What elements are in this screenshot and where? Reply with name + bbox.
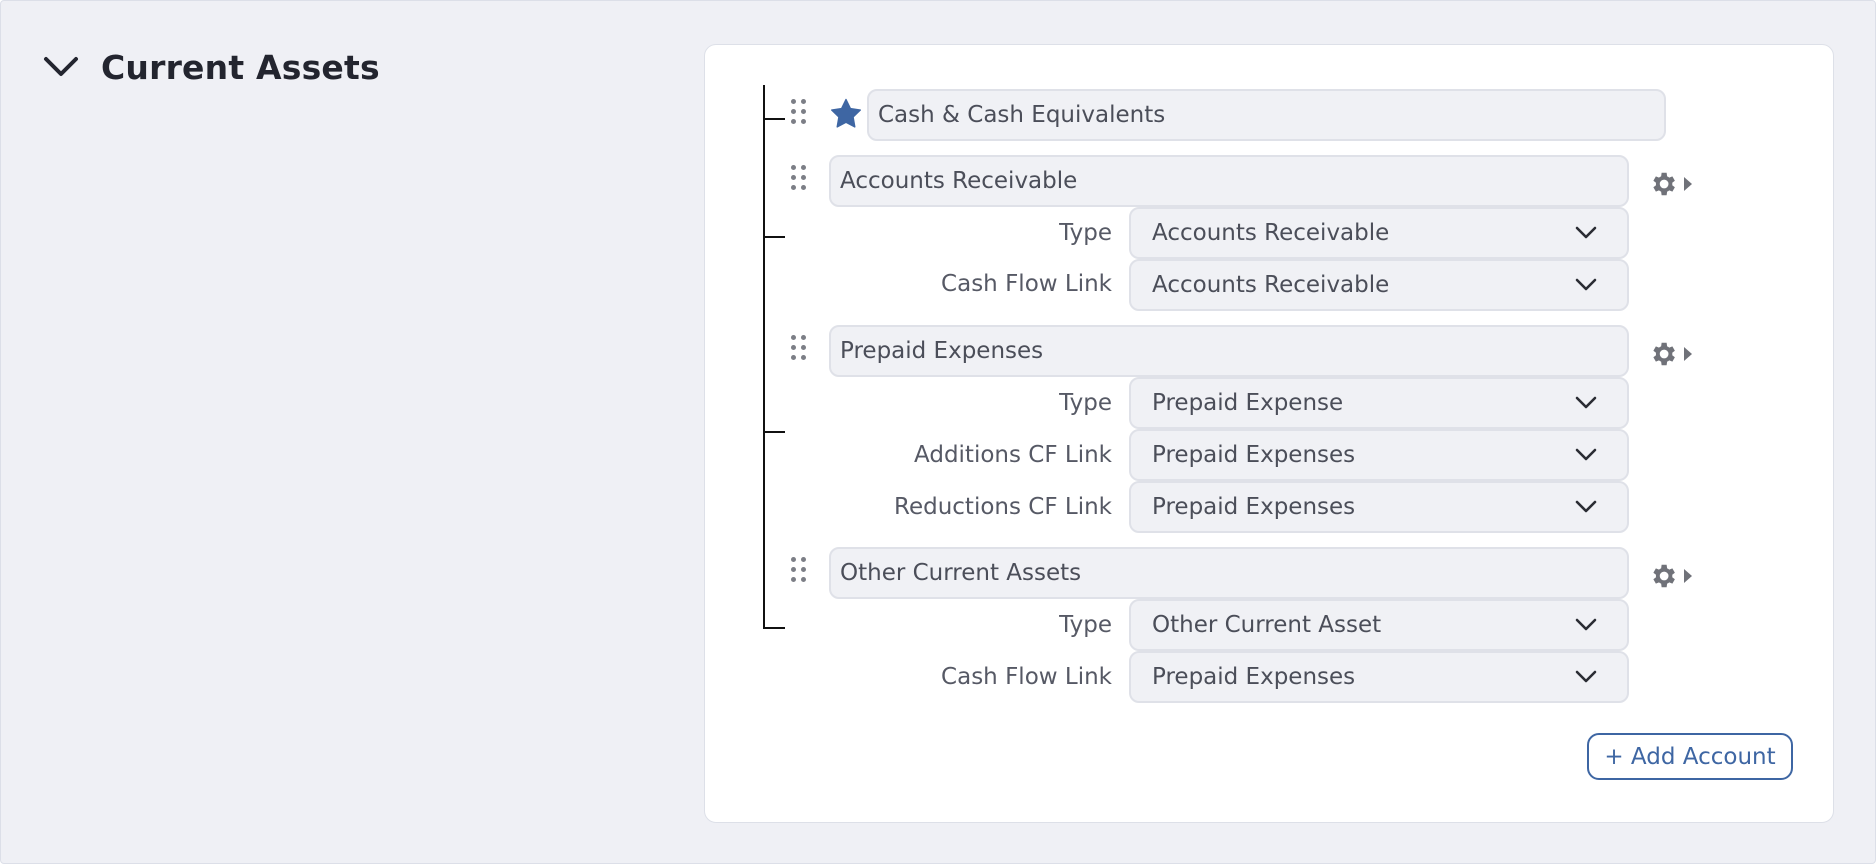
add-account-button[interactable]: + Add Account (1587, 733, 1793, 780)
type-select[interactable]: Accounts Receivable (1129, 207, 1629, 259)
type-select-value: Other Current Asset (1152, 612, 1382, 638)
chevron-down-icon (1575, 396, 1597, 409)
field-label: Cash Flow Link (941, 664, 1112, 690)
gear-icon[interactable] (1648, 339, 1678, 369)
caret-right-icon[interactable] (1683, 176, 1693, 192)
cash-flow-link-value: Accounts Receivable (1152, 272, 1390, 298)
field-label: Reductions CF Link (894, 494, 1112, 520)
section-title: Current Assets (101, 47, 380, 87)
drag-handle-icon[interactable] (791, 335, 809, 365)
account-name-input[interactable]: Accounts Receivable (829, 155, 1629, 207)
tree-branch-3 (763, 431, 785, 433)
field-label: Additions CF Link (914, 442, 1112, 468)
account-name-input[interactable]: Cash & Cash Equivalents (867, 89, 1666, 141)
type-select[interactable]: Prepaid Expense (1129, 377, 1629, 429)
tree-branch-4 (763, 627, 785, 629)
chevron-down-icon (1575, 226, 1597, 239)
field-label: Cash Flow Link (941, 271, 1112, 297)
cash-flow-link-select[interactable]: Accounts Receivable (1129, 259, 1629, 311)
drag-handle-icon[interactable] (791, 557, 809, 587)
chevron-down-icon (1575, 670, 1597, 683)
reductions-cf-link-value: Prepaid Expenses (1152, 494, 1356, 520)
gear-icon[interactable] (1648, 561, 1678, 591)
chevron-down-icon (1575, 278, 1597, 291)
section-panel: Current Assets Cash & Cash Equivalents A… (0, 0, 1876, 864)
chevron-down-icon (1575, 618, 1597, 631)
account-name-input[interactable]: Other Current Assets (829, 547, 1629, 599)
tree-branch-1 (763, 118, 785, 120)
account-name-input[interactable]: Prepaid Expenses (829, 325, 1629, 377)
field-label: Type (1059, 220, 1112, 246)
star-icon[interactable] (829, 97, 863, 131)
tree-vertical-line (763, 85, 765, 629)
drag-handle-icon[interactable] (791, 99, 809, 129)
gear-icon[interactable] (1648, 169, 1678, 199)
chevron-down-icon[interactable] (41, 47, 81, 87)
section-header[interactable]: Current Assets (41, 45, 380, 89)
field-label: Type (1059, 612, 1112, 638)
caret-right-icon[interactable] (1683, 568, 1693, 584)
type-select-value: Accounts Receivable (1152, 220, 1390, 246)
field-label: Type (1059, 390, 1112, 416)
additions-cf-link-select[interactable]: Prepaid Expenses (1129, 429, 1629, 481)
chevron-down-icon (1575, 448, 1597, 461)
reductions-cf-link-select[interactable]: Prepaid Expenses (1129, 481, 1629, 533)
cash-flow-link-select[interactable]: Prepaid Expenses (1129, 651, 1629, 703)
cash-flow-link-value: Prepaid Expenses (1152, 664, 1356, 690)
additions-cf-link-value: Prepaid Expenses (1152, 442, 1356, 468)
caret-right-icon[interactable] (1683, 346, 1693, 362)
tree-branch-2 (763, 236, 785, 238)
chevron-down-icon (1575, 500, 1597, 513)
type-select[interactable]: Other Current Asset (1129, 599, 1629, 651)
drag-handle-icon[interactable] (791, 165, 809, 195)
type-select-value: Prepaid Expense (1152, 390, 1344, 416)
